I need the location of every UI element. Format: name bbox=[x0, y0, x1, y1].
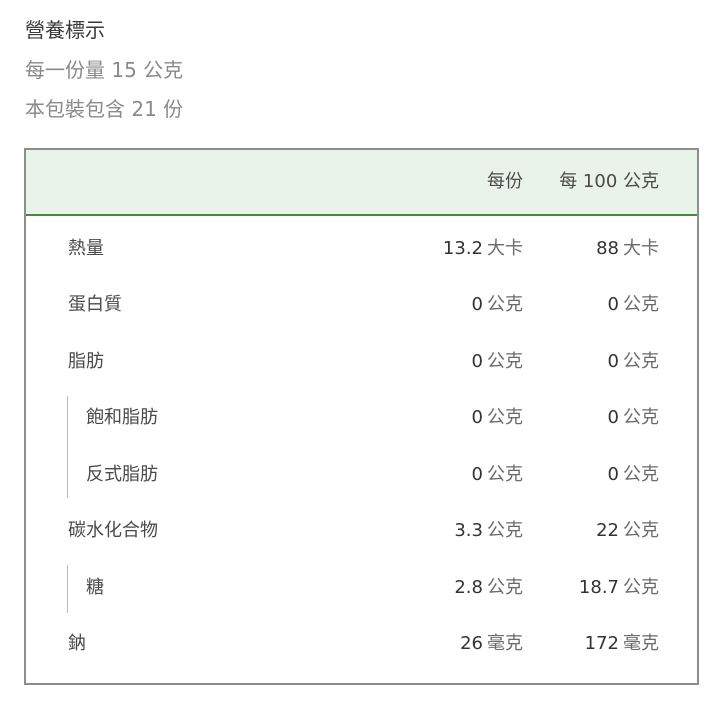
row-label: 糖 bbox=[86, 577, 104, 598]
serving-size: 每一份量 15 公克 bbox=[25, 58, 184, 82]
row-label: 脂肪 bbox=[68, 351, 104, 372]
row-label: 鈉 bbox=[68, 633, 86, 654]
nutrition-table: 每份 每 100 公克 熱量 13.2 大卡 88 大卡 蛋白質 0 公克 0 公克 脂… bbox=[24, 148, 699, 685]
value-per-serving: 2.8 公克 bbox=[454, 577, 523, 598]
value-per-serving: 0 公克 bbox=[471, 294, 523, 315]
table-row-trans-fat: 反式脂肪 0 公克 0 公克 bbox=[26, 447, 697, 503]
value-per-100g: 18.7 公克 bbox=[578, 577, 659, 598]
value-per-serving: 13.2 大卡 bbox=[442, 238, 523, 259]
value-per-serving: 0 公克 bbox=[471, 464, 523, 485]
row-label: 飽和脂肪 bbox=[86, 407, 158, 428]
column-header-per-100g: 每 100 公克 bbox=[559, 171, 659, 192]
table-row-protein: 蛋白質 0 公克 0 公克 bbox=[26, 277, 697, 333]
servings-per-package: 本包裝包含 21 份 bbox=[25, 97, 184, 121]
value-per-100g: 22 公克 bbox=[596, 520, 659, 541]
row-label: 碳水化合物 bbox=[68, 520, 158, 541]
value-per-serving: 26 毫克 bbox=[460, 633, 523, 654]
value-per-100g: 0 公克 bbox=[607, 294, 659, 315]
value-per-100g: 88 大卡 bbox=[596, 238, 659, 259]
value-per-serving: 3.3 公克 bbox=[454, 520, 523, 541]
row-label: 蛋白質 bbox=[68, 294, 122, 315]
value-per-serving: 0 公克 bbox=[471, 351, 523, 372]
value-per-100g: 0 公克 bbox=[607, 464, 659, 485]
table-row-saturated-fat: 飽和脂肪 0 公克 0 公克 bbox=[26, 390, 697, 446]
column-header-per-serving: 每份 bbox=[487, 171, 523, 192]
value-per-100g: 0 公克 bbox=[607, 351, 659, 372]
table-row-carbohydrate: 碳水化合物 3.3 公克 22 公克 bbox=[26, 503, 697, 559]
value-per-serving: 0 公克 bbox=[471, 407, 523, 428]
table-row-calories: 熱量 13.2 大卡 88 大卡 bbox=[26, 221, 697, 277]
table-header: 每份 每 100 公克 bbox=[26, 150, 697, 216]
table-row-sodium: 鈉 26 毫克 172 毫克 bbox=[26, 616, 697, 672]
table-row-fat: 脂肪 0 公克 0 公克 bbox=[26, 334, 697, 390]
value-per-100g: 172 毫克 bbox=[584, 633, 659, 654]
page-title: 營養標示 bbox=[25, 18, 105, 42]
row-label: 熱量 bbox=[68, 238, 104, 259]
value-per-100g: 0 公克 bbox=[607, 407, 659, 428]
row-label: 反式脂肪 bbox=[86, 464, 158, 485]
table-row-sugar: 糖 2.8 公克 18.7 公克 bbox=[26, 560, 697, 616]
